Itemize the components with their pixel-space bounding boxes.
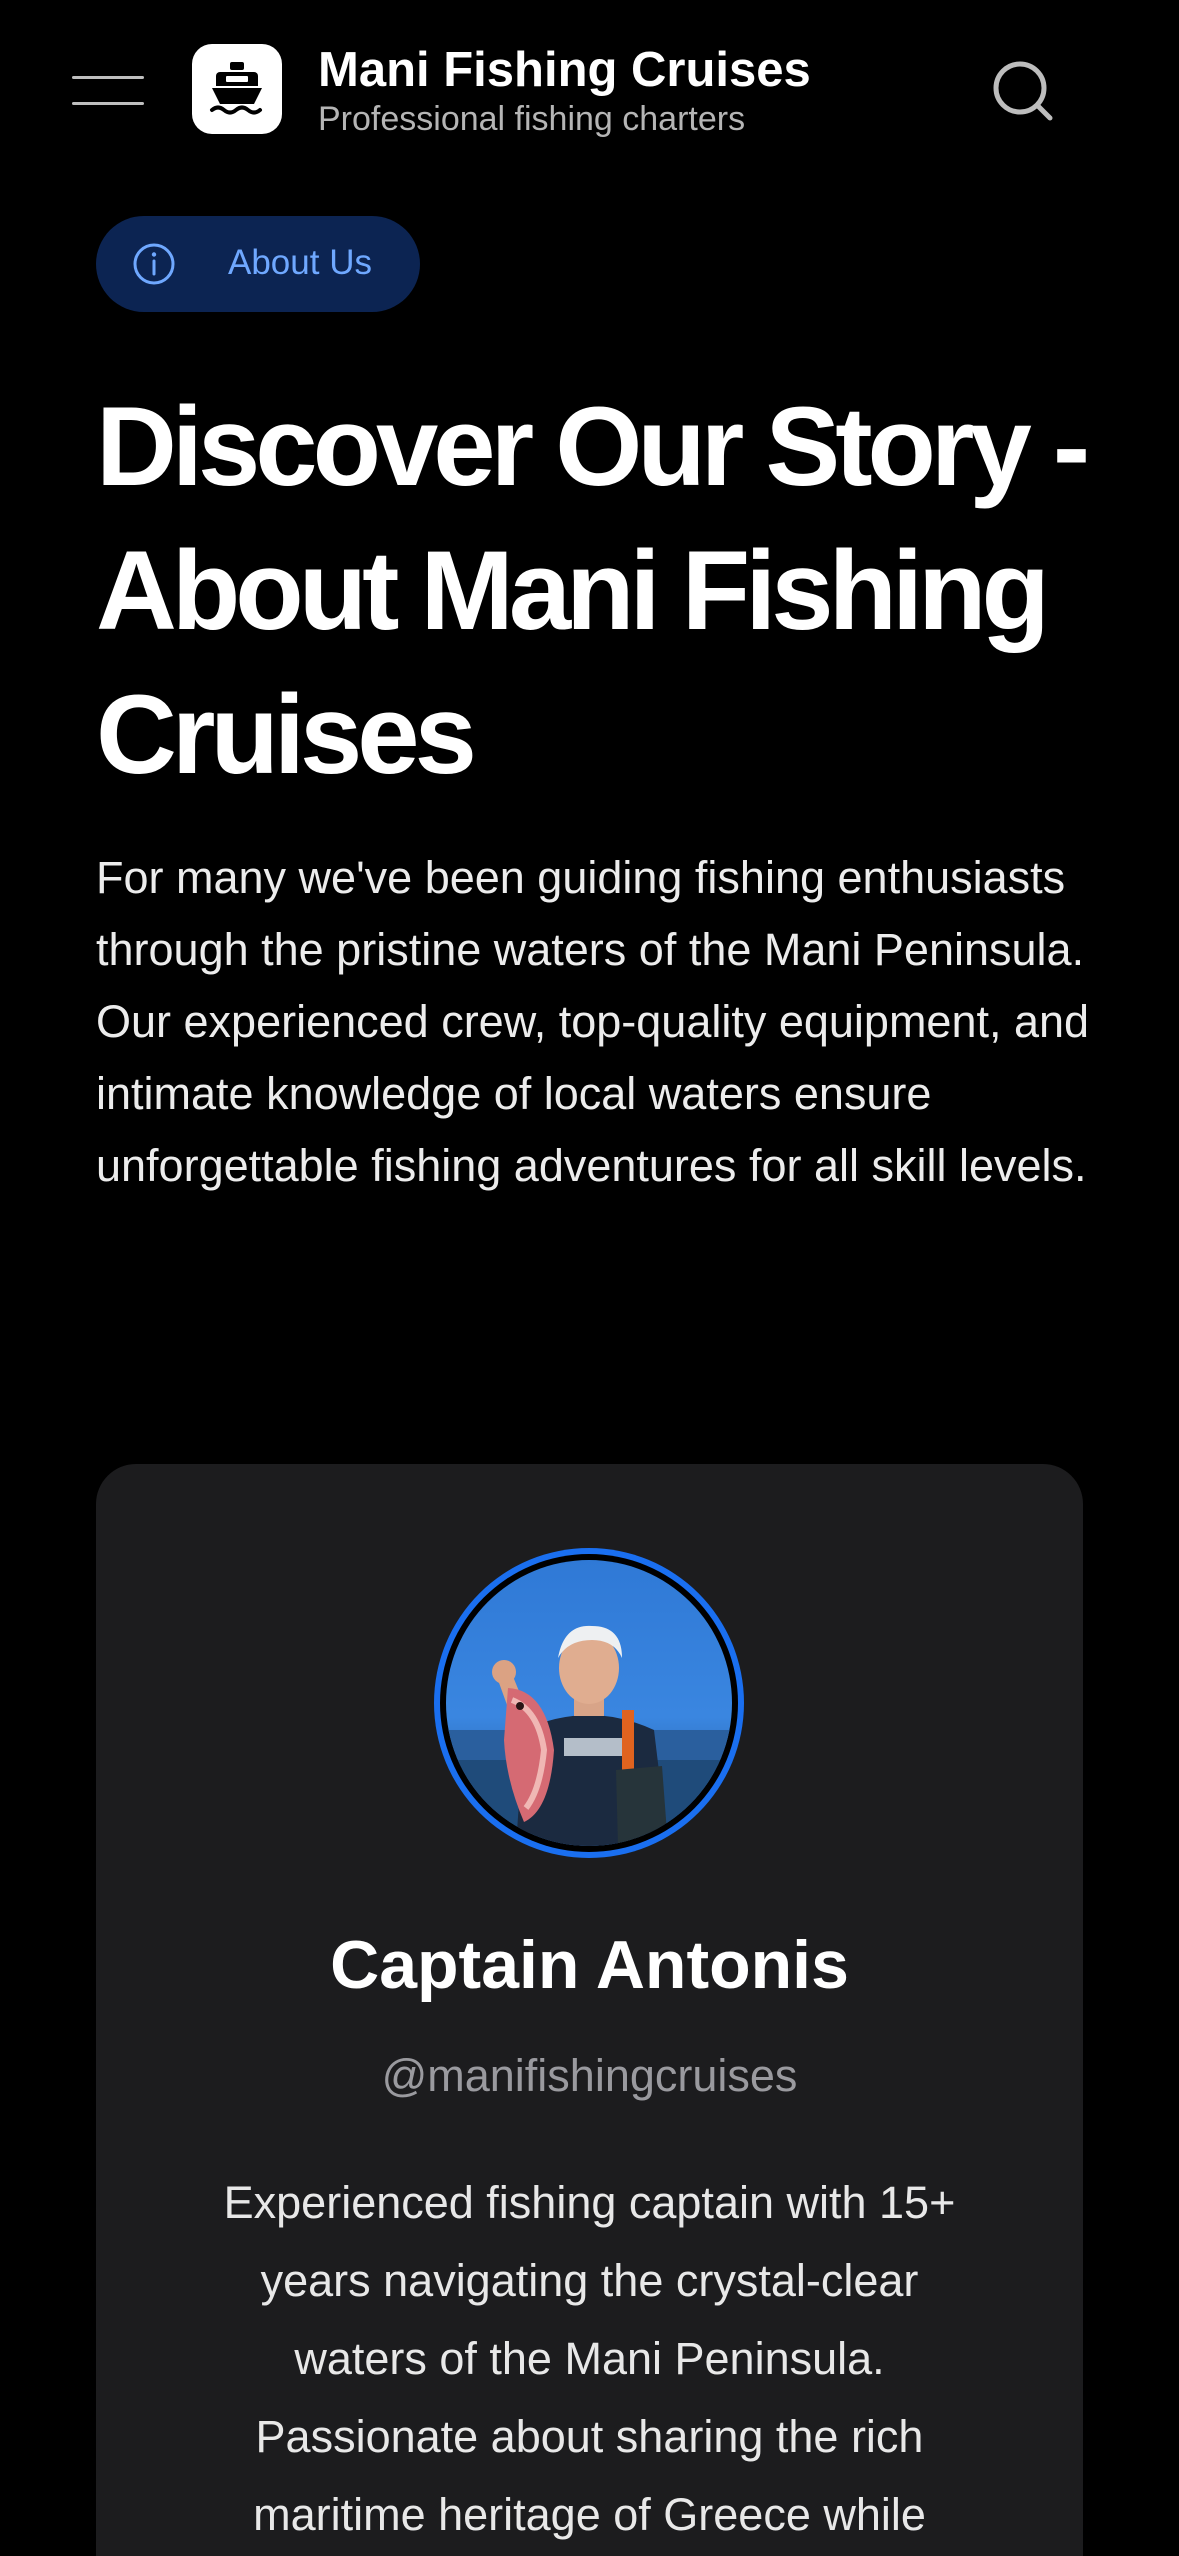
captain-bio: Experienced fishing captain with 15+ yea… bbox=[223, 2177, 956, 2540]
hamburger-menu-icon[interactable] bbox=[72, 72, 144, 108]
social-handle[interactable]: @manifishingcruises bbox=[96, 2050, 1083, 2102]
captain-photo bbox=[446, 1560, 732, 1846]
info-icon bbox=[133, 243, 175, 285]
captain-profile-card: Captain Antonis @manifishingcruises Expe… bbox=[96, 1464, 1083, 2556]
intro-paragraph: For many we've been guiding fishing enth… bbox=[96, 852, 1090, 1191]
page-title: Discover Our Story - About Mani Fishing … bbox=[96, 384, 1090, 797]
avatar-ring-gap bbox=[440, 1554, 738, 1852]
menu-line bbox=[72, 102, 144, 105]
badge-label: About Us bbox=[228, 243, 372, 282]
captain-photo-illustration bbox=[446, 1625, 732, 1846]
app-header: Mani Fishing Cruises Professional fishin… bbox=[0, 0, 1179, 190]
boat-icon[interactable] bbox=[192, 44, 282, 134]
search-icon-svg bbox=[993, 61, 1053, 121]
menu-line bbox=[72, 76, 144, 79]
captain-name: Captain Antonis bbox=[330, 1927, 849, 2003]
avatar bbox=[434, 1548, 744, 1858]
boat-icon-svg bbox=[210, 62, 262, 115]
about-us-badge: About Us bbox=[96, 216, 420, 312]
brand-subtitle: Professional fishing charters bbox=[318, 100, 746, 138]
brand-title: Mani Fishing Cruises bbox=[318, 43, 811, 97]
search-icon[interactable] bbox=[990, 58, 1056, 124]
